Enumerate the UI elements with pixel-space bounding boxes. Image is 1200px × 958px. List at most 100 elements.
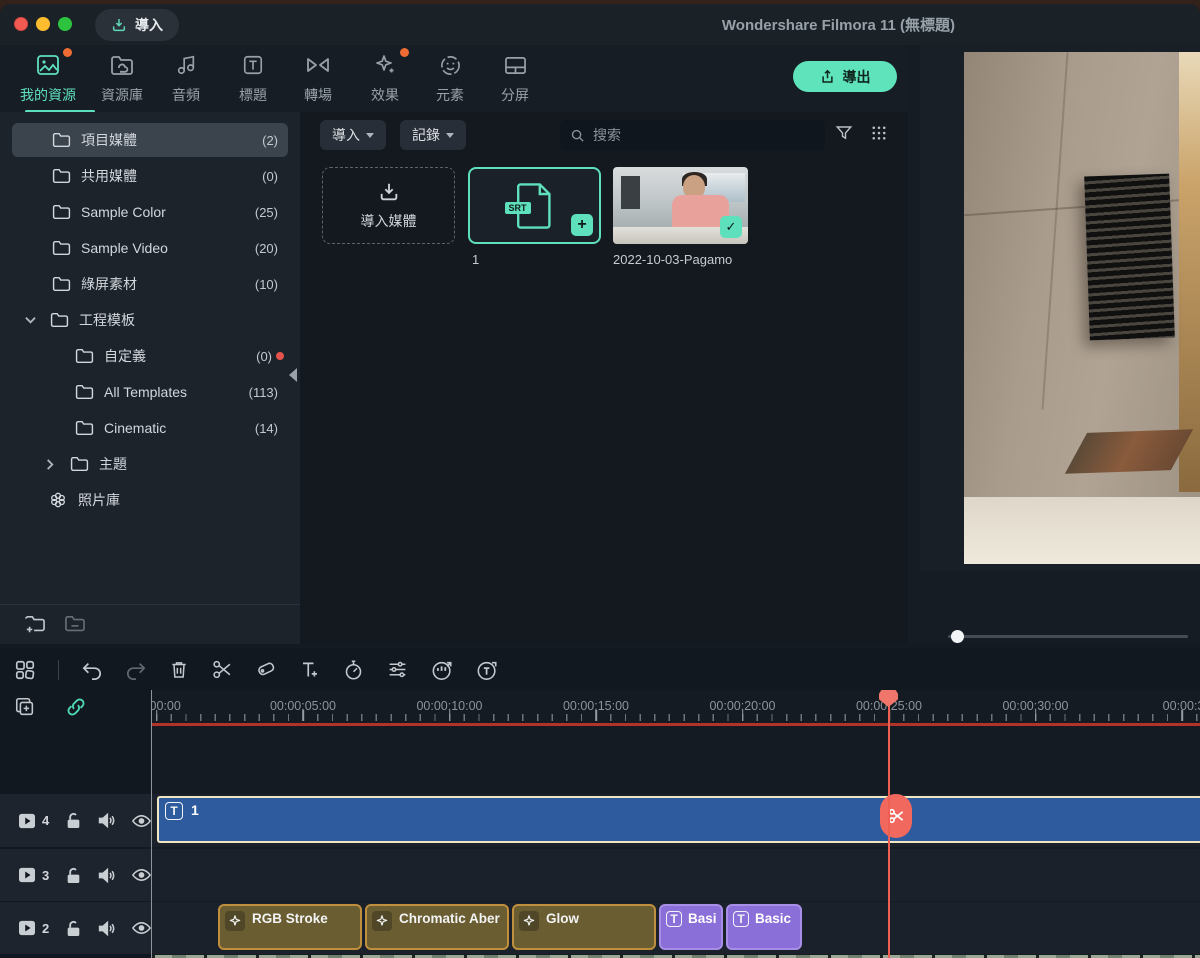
sidebar-item-themes[interactable]: 主題 bbox=[12, 447, 288, 481]
export-button[interactable]: 導出 bbox=[793, 61, 897, 92]
track-header-4: 4 bbox=[0, 794, 151, 847]
text-clip-basic-2[interactable]: T Basic bbox=[726, 904, 802, 950]
hide-eye-icon[interactable] bbox=[132, 868, 151, 882]
effect-clip-glow[interactable]: Glow bbox=[512, 904, 656, 950]
title-text-icon bbox=[242, 54, 264, 76]
tab-label: 標題 bbox=[217, 85, 289, 105]
sidebar-item-all-templates[interactable]: All Templates (113) bbox=[12, 375, 288, 409]
hide-eye-icon[interactable] bbox=[132, 921, 151, 935]
music-note-icon bbox=[175, 54, 197, 76]
time-ruler[interactable]: 00:00:00 00:00:05:00 00:00:10:00 00:00:1… bbox=[152, 690, 1200, 727]
title-clip[interactable]: T 1 bbox=[157, 796, 1200, 843]
audio-stretch-icon[interactable] bbox=[431, 659, 454, 681]
search-input[interactable] bbox=[593, 127, 793, 143]
track-header-3: 3 bbox=[0, 849, 151, 901]
auto-ripple-link-icon[interactable] bbox=[64, 696, 88, 718]
sidebar-item-project-templates[interactable]: 工程模板 bbox=[12, 303, 288, 337]
add-to-track-icon[interactable] bbox=[14, 696, 36, 718]
tab-label: 資源庫 bbox=[86, 85, 158, 105]
adjust-sliders-icon[interactable] bbox=[386, 659, 409, 680]
new-folder-button[interactable] bbox=[24, 615, 46, 634]
add-to-timeline-badge[interactable]: + bbox=[571, 214, 593, 236]
preview-doorway bbox=[1179, 52, 1200, 492]
lock-icon[interactable] bbox=[66, 812, 81, 829]
track-number: 3 bbox=[42, 868, 52, 883]
sidebar-item-project-media[interactable]: 項目媒體 (2) bbox=[12, 123, 288, 157]
chevron-right-icon[interactable] bbox=[40, 459, 60, 470]
sidebar-item-sample-video[interactable]: Sample Video (20) bbox=[12, 231, 288, 265]
playhead-line[interactable] bbox=[888, 690, 890, 958]
folder-icon bbox=[52, 240, 71, 256]
folder-icon bbox=[75, 348, 94, 364]
tab-effects[interactable]: 效果 bbox=[349, 51, 421, 105]
tab-split-screen[interactable]: 分屏 bbox=[479, 51, 551, 105]
sidebar-item-custom[interactable]: 自定義 (0) bbox=[12, 339, 288, 373]
text-clip-basic-1[interactable]: T Basi bbox=[659, 904, 723, 950]
preview-scrubber-track[interactable] bbox=[948, 635, 1188, 638]
tab-my-media[interactable]: 我的資源 bbox=[12, 51, 84, 105]
timeline-toolbar bbox=[0, 649, 1200, 690]
track-area[interactable]: 00:00:00 00:00:05:00 00:00:10:00 00:00:1… bbox=[151, 690, 1200, 958]
redo-icon[interactable] bbox=[125, 660, 147, 680]
tab-transitions[interactable]: 轉場 bbox=[282, 51, 354, 105]
speed-timer-icon[interactable] bbox=[343, 659, 364, 681]
hide-eye-icon[interactable] bbox=[132, 814, 151, 828]
item-count: (25) bbox=[255, 205, 278, 220]
record-dropdown-label: 記錄 bbox=[412, 125, 440, 145]
item-count: (113) bbox=[249, 385, 278, 400]
notification-dot bbox=[400, 48, 409, 57]
crop-tag-icon[interactable] bbox=[255, 659, 277, 680]
sidebar-item-green-screen[interactable]: 綠屏素材 (10) bbox=[12, 267, 288, 301]
sidebar-item-shared-media[interactable]: 共用媒體 (0) bbox=[12, 159, 288, 193]
tab-elements[interactable]: 元素 bbox=[414, 51, 486, 105]
titlebar: 導入 Wondershare Filmora 11 (無標題) bbox=[0, 4, 1200, 45]
effect-clip-chromatic[interactable]: Chromatic Aber bbox=[365, 904, 509, 950]
text-clip-label: Basic bbox=[755, 911, 791, 926]
mute-speaker-icon[interactable] bbox=[97, 920, 116, 937]
grid-view-icon[interactable] bbox=[870, 124, 888, 142]
import-dropdown-button[interactable]: 導入 bbox=[320, 120, 386, 150]
media-browser-toggle-icon[interactable] bbox=[14, 659, 36, 681]
import-media-card[interactable]: 導入媒體 bbox=[322, 167, 455, 244]
sidebar-item-cinematic[interactable]: Cinematic (14) bbox=[12, 411, 288, 445]
sidebar-collapse-arrow[interactable] bbox=[289, 368, 297, 382]
mute-speaker-icon[interactable] bbox=[97, 867, 116, 884]
delete-folder-button[interactable] bbox=[64, 615, 86, 634]
preview-scrubber-handle[interactable] bbox=[951, 630, 964, 643]
sidebar-item-photo-library[interactable]: 照片庫 bbox=[12, 483, 288, 517]
delete-icon[interactable] bbox=[169, 659, 189, 680]
search-icon bbox=[570, 128, 585, 143]
chevron-down-icon[interactable] bbox=[20, 316, 40, 324]
tab-titles[interactable]: 標題 bbox=[217, 51, 289, 105]
item-count: (14) bbox=[255, 421, 278, 436]
track-lane-3[interactable] bbox=[152, 849, 1200, 901]
srt-file-card[interactable]: SRT + bbox=[468, 167, 601, 244]
filter-icon[interactable] bbox=[835, 124, 853, 142]
timeline-panel: 4 3 bbox=[0, 649, 1200, 958]
lock-icon[interactable] bbox=[66, 920, 81, 937]
undo-icon[interactable] bbox=[81, 660, 103, 680]
preview-panel bbox=[908, 45, 1200, 644]
mute-speaker-icon[interactable] bbox=[97, 812, 116, 829]
add-text-icon[interactable] bbox=[299, 659, 321, 680]
item-count: (20) bbox=[255, 241, 278, 256]
split-cursor[interactable] bbox=[880, 794, 912, 838]
share-export-icon bbox=[820, 69, 835, 85]
effect-clip-rgb-stroke[interactable]: RGB Stroke bbox=[218, 904, 362, 950]
sidebar-item-label: All Templates bbox=[104, 384, 249, 400]
speech-to-text-icon[interactable] bbox=[476, 659, 499, 681]
video-thumbnail-card[interactable]: ✓ bbox=[613, 167, 748, 244]
preview-floor bbox=[964, 497, 1200, 564]
tab-audio[interactable]: 音頻 bbox=[150, 51, 222, 105]
tab-label: 我的資源 bbox=[12, 85, 84, 105]
lock-icon[interactable] bbox=[66, 867, 81, 884]
sidebar-item-sample-color[interactable]: Sample Color (25) bbox=[12, 195, 288, 229]
record-dropdown-button[interactable]: 記錄 bbox=[400, 120, 466, 150]
split-scissors-icon[interactable] bbox=[211, 659, 233, 680]
sidebar-item-label: 主題 bbox=[99, 454, 288, 474]
search-box[interactable] bbox=[560, 120, 825, 150]
tab-stock-media[interactable]: 資源庫 bbox=[86, 51, 158, 105]
effect-icon bbox=[519, 911, 539, 931]
item-count: (0) bbox=[262, 169, 278, 184]
sidebar-item-label: 工程模板 bbox=[79, 310, 288, 330]
